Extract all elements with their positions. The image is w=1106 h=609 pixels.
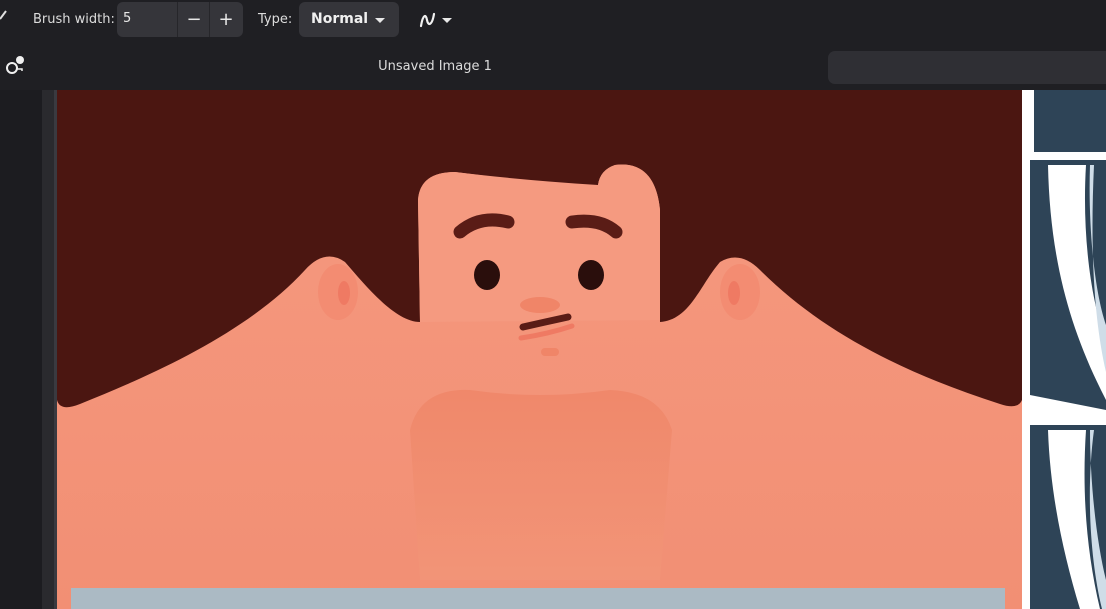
search-input[interactable] xyxy=(828,51,1106,84)
image-chin xyxy=(541,348,559,356)
chevron-down-icon xyxy=(442,18,452,23)
document-tabbar: Unsaved Image 1 xyxy=(0,40,1106,90)
brush-width-value[interactable]: 5 xyxy=(123,11,131,26)
brush-type-value: Normal xyxy=(311,11,369,27)
document-title: Unsaved Image 1 xyxy=(378,59,492,74)
type-label: Type: xyxy=(258,12,293,27)
brush-type-dropdown[interactable]: Normal xyxy=(299,2,399,37)
brush-width-label: Brush width: xyxy=(33,12,115,27)
toolbar: Brush width: 5 − + Type: Normal xyxy=(0,0,1106,40)
left-tool-rail xyxy=(0,90,42,609)
image-canvas[interactable] xyxy=(42,90,1106,609)
canvas-area[interactable] xyxy=(42,90,1106,609)
brush-width-spinbox[interactable]: 5 − + xyxy=(117,2,243,37)
image-left-ear-inner xyxy=(338,281,350,305)
decrease-width-button[interactable]: − xyxy=(178,2,210,37)
image-right-ear xyxy=(720,264,760,320)
image-neck xyxy=(410,389,672,580)
brush-tool-icon[interactable] xyxy=(0,10,8,20)
image-shirt xyxy=(71,588,1005,609)
image-right-ear-inner xyxy=(728,281,740,305)
image-nose xyxy=(520,297,560,313)
image-right-eye xyxy=(578,260,604,290)
increase-width-button[interactable]: + xyxy=(210,2,242,37)
image-side-block xyxy=(1034,90,1106,152)
curve-style-menu-button[interactable] xyxy=(414,6,458,34)
image-left-eye xyxy=(474,260,500,290)
curve-style-icon xyxy=(419,12,436,28)
chevron-down-icon xyxy=(375,18,385,23)
image-left-ear xyxy=(318,264,358,320)
